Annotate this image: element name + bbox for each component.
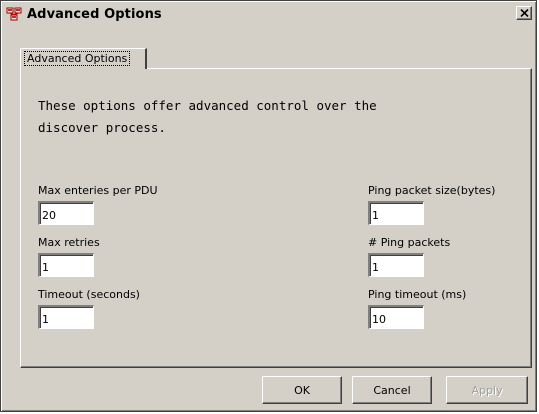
ping-packets-label: # Ping packets	[368, 236, 451, 249]
tab-label: Advanced Options	[23, 51, 131, 66]
ping-timeout-label: Ping timeout (ms)	[368, 288, 467, 301]
max-retries-field[interactable]	[38, 253, 94, 277]
ping-timeout-field[interactable]	[368, 305, 424, 329]
network-discovery-icon	[6, 6, 22, 22]
max-entries-label: Max enteries per PDU	[38, 184, 158, 197]
title-bar[interactable]: Advanced Options	[3, 3, 534, 25]
ok-button[interactable]: OK	[262, 376, 342, 404]
window-title: Advanced Options	[27, 6, 162, 22]
timeout-field[interactable]	[38, 305, 94, 329]
apply-button[interactable]: Apply	[446, 376, 528, 404]
cancel-button[interactable]: Cancel	[352, 376, 432, 404]
tab-advanced-options[interactable]: Advanced Options	[20, 48, 147, 69]
close-button[interactable]	[516, 6, 532, 20]
max-retries-label: Max retries	[38, 236, 100, 249]
max-entries-field[interactable]	[38, 201, 94, 225]
description-line-1: These options offer advanced control ove…	[38, 98, 377, 113]
description-text: These options offer advanced control ove…	[38, 95, 478, 139]
timeout-label: Timeout (seconds)	[38, 288, 140, 301]
close-icon	[519, 9, 529, 17]
description-line-2: discover process.	[38, 120, 166, 135]
ping-packets-field[interactable]	[368, 253, 424, 277]
ping-packet-size-label: Ping packet size(bytes)	[368, 184, 496, 197]
ping-packet-size-field[interactable]	[368, 201, 424, 225]
